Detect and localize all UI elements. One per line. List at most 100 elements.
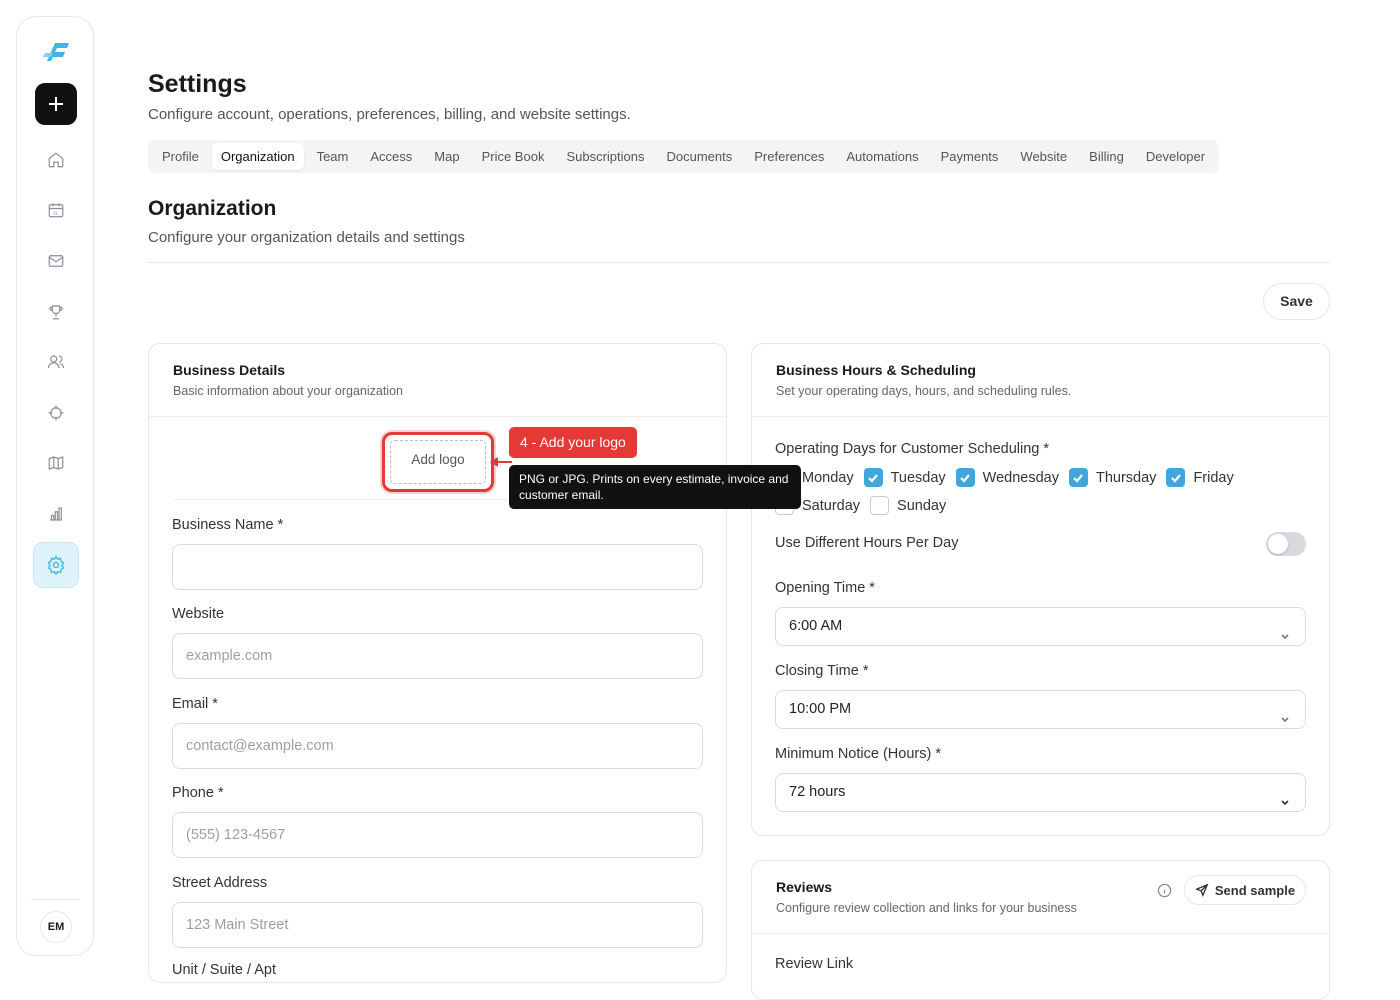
save-button[interactable]: Save <box>1263 283 1330 320</box>
day-label: Saturday <box>802 497 861 514</box>
logo-tooltip: PNG or JPG. Prints on every estimate, in… <box>509 465 801 509</box>
day-label: Friday <box>1193 469 1234 486</box>
website-input[interactable]: example.com <box>172 633 703 679</box>
minimum-notice-select[interactable]: 72 hours <box>775 773 1306 812</box>
plus-icon <box>49 97 63 111</box>
sidebar-item-crosshair[interactable] <box>39 396 73 430</box>
chevron-down-icon <box>1279 786 1291 806</box>
sidebar-item-settings[interactable] <box>33 542 79 588</box>
unit-label: Unit / Suite / Apt <box>172 962 276 978</box>
info-icon[interactable] <box>1157 883 1172 898</box>
minimum-notice-value: 72 hours <box>789 784 846 800</box>
app-logo[interactable] <box>41 35 73 67</box>
day-tuesday[interactable]: Tuesday <box>863 468 946 487</box>
card-divider <box>149 416 726 417</box>
website-label: Website <box>172 606 225 622</box>
different-hours-toggle[interactable] <box>1266 532 1306 556</box>
tab-profile[interactable]: Profile <box>153 143 208 170</box>
day-label: Wednesday <box>982 469 1059 486</box>
day-sunday[interactable]: Sunday <box>870 496 946 515</box>
gear-icon <box>47 555 65 575</box>
tab-payments[interactable]: Payments <box>932 143 1008 170</box>
toggle-knob <box>1268 534 1288 554</box>
map-icon <box>48 456 64 470</box>
bar-chart-icon <box>50 507 62 521</box>
day-wednesday[interactable]: Wednesday <box>955 468 1059 487</box>
onboarding-callout: 4 - Add your logo <box>509 427 637 458</box>
closing-time-select[interactable]: 10:00 PM <box>775 690 1306 729</box>
add-button[interactable] <box>35 83 77 125</box>
checkbox-checked-icon[interactable] <box>1166 468 1186 487</box>
tab-map[interactable]: Map <box>425 143 468 170</box>
checkbox-checked-icon[interactable] <box>1068 468 1088 487</box>
closing-time-value: 10:00 PM <box>789 701 852 717</box>
day-label: Thursday <box>1095 469 1157 486</box>
business-name-input[interactable] <box>172 544 703 590</box>
settings-tabs: Profile Organization Team Access Map Pri… <box>148 140 1220 173</box>
closing-time-label: Closing Time * <box>775 663 869 679</box>
card-title: Business Details <box>173 362 286 378</box>
chevron-down-icon <box>1279 703 1291 723</box>
minimum-notice-label: Minimum Notice (Hours) * <box>775 746 941 762</box>
day-label: Sunday <box>897 497 947 514</box>
tab-subscriptions[interactable]: Subscriptions <box>557 143 653 170</box>
section-divider <box>148 262 1330 263</box>
sidebar-item-calendar[interactable]: 31 <box>39 193 73 227</box>
phone-field[interactable]: (555) 123-4567 <box>172 812 703 858</box>
email-field[interactable]: contact@example.com <box>172 723 703 769</box>
sidebar-item-home[interactable] <box>39 143 73 177</box>
tab-access[interactable]: Access <box>361 143 421 170</box>
review-link-label: Review Link <box>775 956 854 972</box>
checkbox-checked-icon[interactable] <box>863 468 883 487</box>
tab-organization[interactable]: Organization <box>211 143 304 170</box>
tab-automations[interactable]: Automations <box>837 143 927 170</box>
phone-label: Phone * <box>172 785 224 801</box>
card-title: Business Hours & Scheduling <box>776 362 976 378</box>
opening-time-value: 6:00 AM <box>789 618 843 634</box>
send-sample-button[interactable]: Send sample <box>1184 875 1306 905</box>
card-title: Reviews <box>776 879 833 895</box>
add-logo-button[interactable]: Add logo <box>390 440 486 484</box>
mail-icon <box>48 255 64 267</box>
card-divider <box>752 416 1329 417</box>
checkbox-checked-icon[interactable] <box>955 468 975 487</box>
different-hours-label: Use Different Hours Per Day <box>775 535 959 551</box>
sidebar-item-trophy[interactable] <box>39 295 73 329</box>
sidebar-item-map[interactable] <box>39 446 73 480</box>
street-label: Street Address <box>172 875 268 891</box>
tab-preferences[interactable]: Preferences <box>745 143 833 170</box>
operating-days-label: Operating Days for Customer Scheduling * <box>775 441 1050 457</box>
crosshair-icon <box>48 405 64 421</box>
avatar[interactable]: EM <box>40 911 72 943</box>
chevron-down-icon <box>1279 620 1291 640</box>
trophy-icon <box>49 305 63 320</box>
days-row-2: Saturday Sunday <box>775 496 956 515</box>
business-name-label: Business Name * <box>172 517 284 533</box>
tab-website[interactable]: Website <box>1011 143 1076 170</box>
add-logo-highlight: Add logo <box>382 432 494 492</box>
tab-team[interactable]: Team <box>308 143 358 170</box>
card-divider <box>752 933 1329 934</box>
section-subtitle: Configure your organization details and … <box>148 229 465 246</box>
sidebar-divider <box>31 899 79 900</box>
checkbox-unchecked-icon[interactable] <box>870 496 890 515</box>
home-icon <box>48 152 64 168</box>
section-title: Organization <box>148 197 277 220</box>
opening-time-select[interactable]: 6:00 AM <box>775 607 1306 646</box>
tab-price-book[interactable]: Price Book <box>473 143 554 170</box>
days-row-1: Monday Tuesday Wednesday Thursday Friday <box>775 468 1244 487</box>
page-title: Settings <box>148 70 247 98</box>
tab-billing[interactable]: Billing <box>1080 143 1133 170</box>
street-field[interactable]: 123 Main Street <box>172 902 703 948</box>
sidebar-item-users[interactable] <box>39 345 73 379</box>
day-thursday[interactable]: Thursday <box>1068 468 1157 487</box>
sidebar-item-mail[interactable] <box>39 244 73 278</box>
sidebar: 31 EM <box>16 16 94 956</box>
day-friday[interactable]: Friday <box>1166 468 1234 487</box>
page-subtitle: Configure account, operations, preferenc… <box>148 106 631 123</box>
sidebar-item-reports[interactable] <box>39 497 73 531</box>
opening-time-label: Opening Time * <box>775 580 875 596</box>
tab-documents[interactable]: Documents <box>658 143 742 170</box>
users-icon <box>47 355 65 369</box>
tab-developer[interactable]: Developer <box>1137 143 1214 170</box>
